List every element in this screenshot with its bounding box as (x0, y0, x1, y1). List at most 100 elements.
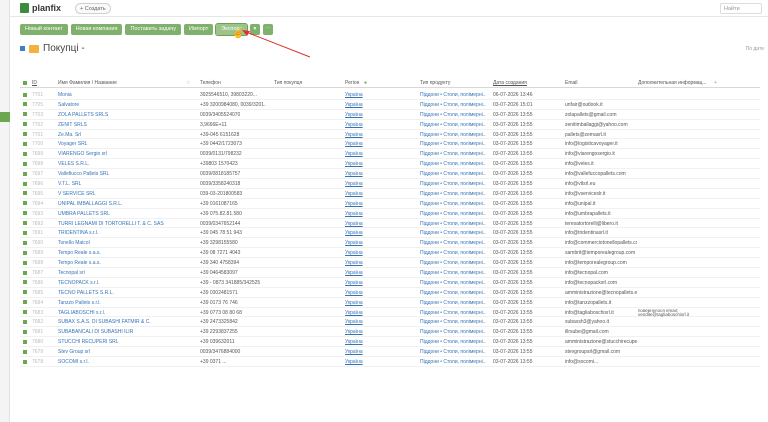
col-product-type[interactable]: Тип продукту (420, 80, 450, 86)
row-region-link[interactable]: Україна (345, 132, 415, 138)
table-row[interactable]: 7705 Salvatore +39 3200984080, 0039/3201..… (20, 100, 760, 110)
row-region-link[interactable]: Україна (345, 141, 415, 147)
col-id[interactable]: ID (32, 80, 37, 86)
row-product-type[interactable]: Піддони • Столи, полімерні... (420, 270, 486, 276)
import-button[interactable]: Импорт (184, 24, 214, 35)
row-region-link[interactable]: Україна (345, 92, 415, 98)
row-email[interactable]: sambrit@temporealegroup.com (565, 250, 637, 256)
row-name-link[interactable]: VELES S.R.L. (58, 161, 193, 167)
row-region-link[interactable]: Україна (345, 349, 415, 355)
row-name-link[interactable]: TECNOPACK s.r.l. (58, 280, 193, 286)
row-name-link[interactable]: Tanzzo Pallets s.r.l. (58, 300, 193, 306)
row-email[interactable]: amministrazione@tecnopallets.e (565, 290, 637, 296)
table-row[interactable]: 7679 Stev Group srl 0039/3476884000 Україна… (20, 347, 760, 358)
row-product-type[interactable]: Піддони • Столи, полімерні... (420, 122, 486, 128)
row-region-link[interactable]: Україна (345, 161, 415, 167)
row-checkbox[interactable] (23, 270, 27, 275)
row-product-type[interactable]: Піддони • Столи, полімерні... (420, 280, 486, 286)
row-name-link[interactable]: SOCOMI s.r.l. (58, 359, 193, 365)
table-row[interactable]: 7688 Tempo Reale s.a.s. +39 340 4758394 Укр… (20, 258, 760, 269)
row-email[interactable]: illrsube@gmail.com (565, 329, 637, 335)
new-contact-button[interactable]: Новый контакт (20, 24, 68, 35)
row-region-link[interactable]: Україна (345, 122, 415, 128)
create-button[interactable]: + Создать (75, 3, 111, 14)
row-product-type[interactable]: Піддони • Столи, полімерні... (420, 201, 486, 207)
row-name-link[interactable]: STUCCHI RECUPERI SRL (58, 339, 193, 345)
row-name-link[interactable]: Salvatore (58, 102, 193, 108)
row-name-link[interactable]: UNIPAL IMBALLAGGI S.R.L. (58, 201, 193, 207)
row-region-link[interactable]: Україна (345, 181, 415, 187)
row-email[interactable]: info@umbrapallets.it (565, 211, 637, 217)
help-icon[interactable]: ● (364, 80, 367, 86)
row-region-link[interactable]: Україна (345, 319, 415, 325)
row-checkbox[interactable] (23, 359, 27, 364)
row-name-link[interactable]: VIARENGO Sergio srl (58, 151, 193, 157)
add-column-icon[interactable]: + (714, 80, 717, 86)
row-product-type[interactable]: Піддони • Столи, полімерні... (420, 211, 486, 217)
row-name-link[interactable]: Voyager SRL (58, 141, 193, 147)
row-name-link[interactable]: Tonello Maicol (58, 240, 193, 246)
col-email[interactable]: Email (565, 80, 578, 86)
row-checkbox[interactable] (23, 112, 27, 117)
table-row[interactable]: 7702 ZENIT SRLS 3,9666E+11 Україна Піддони •… (20, 120, 760, 130)
row-region-link[interactable]: Україна (345, 211, 415, 217)
table-row[interactable]: 7695 V SERVICE SRL 039-03-201800583 Україна… (20, 189, 760, 199)
table-row[interactable]: 7701 Monia 3925546510, 39803220... Україна П… (20, 90, 760, 100)
row-product-type[interactable]: Піддони • Столи, полімерні... (420, 250, 486, 256)
row-name-link[interactable]: ZOLA PALLETS SRLS (58, 112, 193, 118)
row-product-type[interactable]: Піддони • Столи, полімерні... (420, 290, 486, 296)
row-region-link[interactable]: Україна (345, 191, 415, 197)
row-checkbox[interactable] (23, 151, 27, 156)
row-email[interactable]: unfair@outlook.it (565, 102, 637, 108)
row-checkbox[interactable] (23, 221, 27, 226)
row-product-type[interactable]: Піддони • Столи, полімерні... (420, 221, 486, 227)
row-checkbox[interactable] (23, 171, 27, 176)
row-checkbox[interactable] (23, 310, 27, 315)
row-product-type[interactable]: Піддони • Столи, полімерні... (420, 230, 486, 236)
row-name-link[interactable]: V.T.L. SRL (58, 181, 193, 187)
row-region-link[interactable]: Україна (345, 102, 415, 108)
row-name-link[interactable]: Monia (58, 92, 193, 98)
row-name-link[interactable]: SUBAX S.A.S. DI SUBASHI FATMIR & C. (58, 319, 193, 325)
row-email[interactable]: subaxsh3@yahoo.it (565, 319, 637, 325)
row-checkbox[interactable] (23, 240, 27, 245)
row-region-link[interactable]: Україна (345, 359, 415, 365)
row-email[interactable]: info@tecnopacksrl.com (565, 280, 637, 286)
row-checkbox[interactable] (23, 250, 27, 255)
table-row[interactable]: 7700 Voyager SRL +39 0442/1723073 Україна Пі… (20, 139, 760, 150)
sort-label[interactable]: По дате (746, 46, 764, 52)
row-region-link[interactable]: Україна (345, 171, 415, 177)
row-product-type[interactable]: Піддони • Столи, полімерні... (420, 112, 486, 118)
row-product-type[interactable]: Піддони • Столи, полімерні... (420, 349, 486, 355)
row-email[interactable]: info@temporealegroup.com (565, 260, 637, 266)
row-email[interactable]: pallets@zemasrl.it (565, 132, 637, 138)
row-region-link[interactable]: Україна (345, 201, 415, 207)
table-row[interactable]: 7698 VELES S.R.L. +39803 1570423 Україна Під… (20, 159, 760, 170)
table-row[interactable]: 7685 TECNO PALLETS S.R.L. +39 0302481571 Ук… (20, 288, 760, 298)
table-row[interactable]: 7699 VIARENGO Sergio srl 0039/0131/798232 У… (20, 149, 760, 160)
row-product-type[interactable]: Піддони • Столи, полімерні... (420, 300, 486, 306)
row-checkbox[interactable] (23, 260, 27, 265)
row-email[interactable]: teresatortorelli@libero.it (565, 221, 637, 227)
row-product-type[interactable]: Піддони • Столи, полімерні... (420, 92, 486, 98)
row-email[interactable]: info@vtlsrl.eu (565, 181, 637, 187)
col-created-date[interactable]: Дата создания (493, 80, 527, 86)
row-region-link[interactable]: Україна (345, 230, 415, 236)
row-name-link[interactable]: SUBABANCALI DI SUBASHI ILIR (58, 329, 193, 335)
table-row[interactable]: 7687 Tecnopal srl +39 0464583097 Україна Під… (20, 268, 760, 278)
row-region-link[interactable]: Україна (345, 280, 415, 286)
row-email[interactable]: info@viarengosergio.it (565, 151, 637, 157)
row-product-type[interactable]: Піддони • Столи, полімерні... (420, 339, 486, 345)
row-product-type[interactable]: Піддони • Столи, полімерні... (420, 171, 486, 177)
row-checkbox[interactable] (23, 161, 27, 166)
row-checkbox[interactable] (23, 92, 27, 97)
row-checkbox[interactable] (23, 319, 27, 324)
row-region-link[interactable]: Україна (345, 270, 415, 276)
row-product-type[interactable]: Піддони • Столи, полімерні... (420, 191, 486, 197)
table-row[interactable]: 7703 ZOLA PALLETS SRLS 0039/3405524070 Укра… (20, 110, 760, 120)
row-product-type[interactable]: Піддони • Столи, полімерні... (420, 181, 486, 187)
table-row[interactable]: 7696 V.T.L. SRL 0039/3358240318 Україна Підд… (20, 179, 760, 189)
row-product-type[interactable]: Піддони • Столи, полімерні... (420, 141, 486, 147)
row-email[interactable]: info@unipal.it (565, 201, 637, 207)
row-region-link[interactable]: Україна (345, 250, 415, 256)
